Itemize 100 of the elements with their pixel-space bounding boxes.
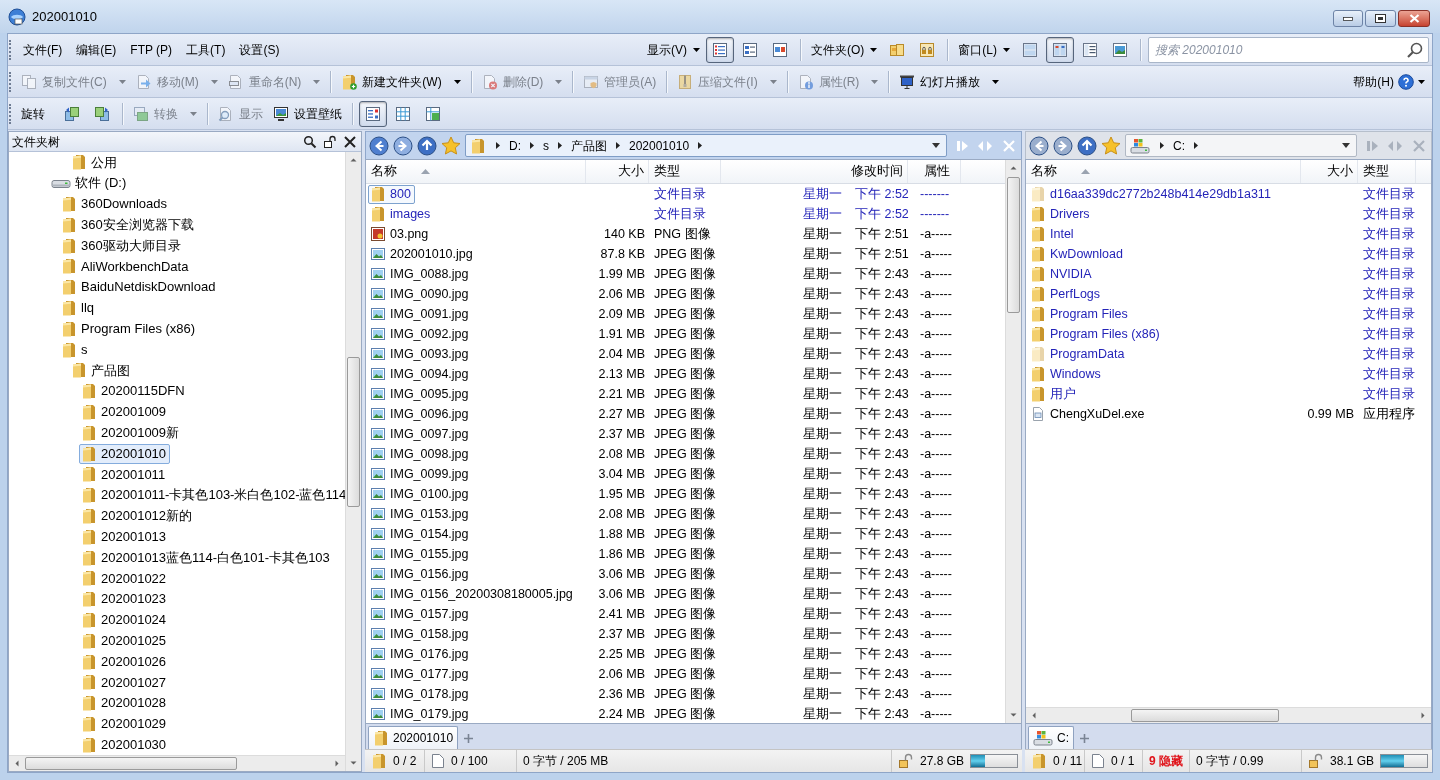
file-item[interactable]: IMG_0094.jpg	[368, 364, 473, 384]
file-item[interactable]: 03.png	[368, 224, 433, 244]
path-field[interactable]: D: s 产品图 202001010	[465, 134, 947, 157]
tree-item[interactable]: s	[59, 339, 92, 360]
tree-item[interactable]: 产品图	[69, 360, 134, 381]
forward-button[interactable]	[393, 135, 413, 156]
forward-button[interactable]	[1053, 135, 1073, 156]
vertical-scrollbar[interactable]	[1005, 160, 1021, 723]
tree-item[interactable]: 202001027	[79, 672, 171, 693]
scrollbar-thumb[interactable]	[1131, 709, 1279, 722]
path-segment[interactable]: C:	[1164, 136, 1194, 155]
close-button[interactable]	[1398, 10, 1430, 27]
pane-tab[interactable]: 202001010	[368, 726, 459, 749]
file-item[interactable]: 202001010.jpg	[368, 244, 477, 264]
tree-item[interactable]: 202001009	[79, 401, 171, 422]
file-item[interactable]: IMG_0153.jpg	[368, 504, 473, 524]
tree-item[interactable]: 360Downloads	[59, 194, 171, 214]
toolbar-button[interactable]: 设置壁纸	[268, 100, 347, 127]
file-item[interactable]: IMG_0177.jpg	[368, 664, 473, 684]
tree-item[interactable]: 202001009新	[79, 422, 184, 443]
file-item[interactable]: IMG_0158.jpg	[368, 624, 473, 644]
scrollbar-thumb[interactable]	[347, 357, 360, 507]
menu-button[interactable]: 显示(V)	[642, 37, 705, 62]
tree-item[interactable]: 202001030	[79, 734, 171, 755]
tree-item[interactable]: 202001011	[79, 464, 170, 485]
path-segment[interactable]: s	[534, 136, 558, 155]
tree-item[interactable]: 202001026	[79, 651, 171, 672]
file-item[interactable]: IMG_0176.jpg	[368, 644, 473, 664]
close-button[interactable]	[343, 134, 357, 149]
scrollbar-thumb[interactable]	[1007, 177, 1020, 313]
toolbar-toggle[interactable]	[1046, 36, 1074, 63]
toolbar-toggle[interactable]	[359, 100, 387, 127]
toolbar-button[interactable]: 幻灯片播放	[894, 68, 1005, 95]
file-item[interactable]: IMG_0179.jpg	[368, 704, 473, 723]
menu-item[interactable]: FTP (P)	[123, 38, 180, 61]
tree-item[interactable]: 202001028	[79, 693, 171, 714]
horizontal-scrollbar[interactable]	[9, 755, 345, 771]
tree-item[interactable]: 202001022	[79, 568, 171, 589]
file-item[interactable]: IMG_0156_20200308180005.jpg	[368, 584, 577, 604]
column-header[interactable]: 名称	[1026, 160, 1301, 183]
tree-item[interactable]: 202001024	[79, 609, 171, 630]
file-item[interactable]: IMG_0178.jpg	[368, 684, 473, 704]
toolbar-toggle[interactable]	[706, 36, 734, 63]
file-item[interactable]: Program Files	[1028, 304, 1132, 324]
tree-item[interactable]: BaiduNetdiskDownload	[59, 277, 220, 298]
menu-item[interactable]: 工具(T)	[179, 38, 233, 61]
file-item[interactable]: IMG_0100.jpg	[368, 484, 473, 504]
file-item[interactable]: d16aa339dc2772b248b414e29db1a311	[1028, 184, 1275, 204]
column-header[interactable]: 修改时间	[721, 160, 908, 183]
pane-tab[interactable]: C:	[1028, 726, 1074, 749]
file-item[interactable]: IMG_0098.jpg	[368, 444, 473, 464]
maximize-button[interactable]	[1365, 10, 1396, 27]
file-item[interactable]: IMG_0154.jpg	[368, 524, 473, 544]
menu-item[interactable]: 设置(S)	[232, 38, 287, 61]
search-field[interactable]: 搜索 202001010	[1148, 36, 1429, 63]
column-header[interactable]: 大小	[586, 160, 649, 183]
file-item[interactable]: IMG_0155.jpg	[368, 544, 473, 564]
file-item[interactable]: IMG_0088.jpg	[368, 264, 473, 284]
file-item[interactable]: PerfLogs	[1028, 284, 1105, 304]
tree-item[interactable]: 20200115DFN	[79, 381, 189, 402]
file-item[interactable]: IMG_0095.jpg	[368, 384, 473, 404]
menu-item[interactable]: 文件(F)	[16, 38, 70, 61]
file-item[interactable]: IMG_0090.jpg	[368, 284, 473, 304]
file-item[interactable]: IMG_0099.jpg	[368, 464, 473, 484]
search-button[interactable]	[303, 134, 317, 149]
path-segment[interactable]: 产品图	[562, 136, 616, 155]
tree-item[interactable]: AliWorkbenchData	[59, 256, 193, 277]
back-button[interactable]	[369, 135, 389, 156]
tree-item[interactable]: 202001012新的	[79, 505, 197, 526]
column-header[interactable]: 大小	[1301, 160, 1358, 183]
up-button[interactable]	[1077, 135, 1097, 156]
lock-button[interactable]	[323, 134, 337, 149]
path-field[interactable]: C:	[1125, 134, 1357, 157]
file-item[interactable]: Windows	[1028, 364, 1105, 384]
tree-item[interactable]: 公用	[69, 152, 121, 173]
file-item[interactable]: KwDownload	[1028, 244, 1127, 264]
file-item[interactable]: Intel	[1028, 224, 1078, 244]
file-item[interactable]: IMG_0156.jpg	[368, 564, 473, 584]
tree-item[interactable]: 软件 (D:)	[49, 173, 131, 194]
back-button[interactable]	[1029, 135, 1049, 156]
file-item[interactable]: 800	[368, 184, 415, 204]
file-item[interactable]: ProgramData	[1028, 344, 1129, 364]
file-item[interactable]: IMG_0092.jpg	[368, 324, 473, 344]
tree-item[interactable]: 360驱动大师目录	[59, 235, 185, 256]
tree-item[interactable]: 202001023	[79, 589, 171, 610]
column-header[interactable]: 类型	[1358, 160, 1416, 183]
menu-button[interactable]: 文件夹(O)	[806, 37, 883, 62]
up-button[interactable]	[417, 135, 437, 156]
vertical-scrollbar[interactable]	[345, 152, 361, 771]
tree-item[interactable]: 202001013蓝色114-白色101-卡其色103	[79, 547, 334, 568]
file-item[interactable]: IMG_0091.jpg	[368, 304, 473, 324]
toolbar-button[interactable]: 新建文件夹(W)	[336, 68, 466, 95]
minimize-button[interactable]	[1333, 10, 1363, 27]
tree-item[interactable]: 202001011-卡其色103-米白色102-蓝色114	[79, 485, 345, 506]
tree-item[interactable]: 202001013	[79, 526, 171, 547]
tree-item[interactable]: 202001010	[79, 443, 171, 464]
tree-item[interactable]: 360安全浏览器下载	[59, 214, 198, 235]
path-segment[interactable]: 202001010	[620, 136, 699, 155]
path-segment[interactable]: D:	[500, 136, 530, 155]
file-item[interactable]: 用户	[1028, 384, 1080, 404]
